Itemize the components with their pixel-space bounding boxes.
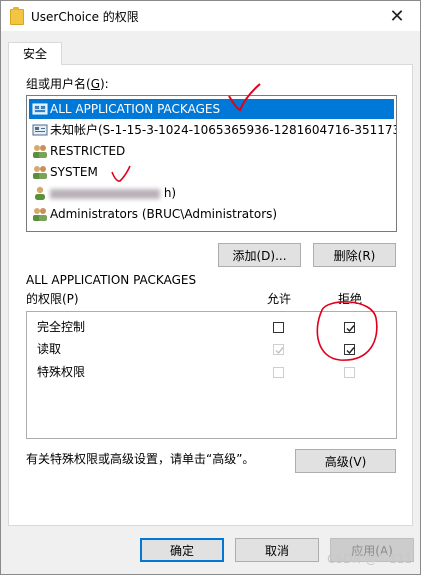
group-label-text: 组或用户名(: [26, 77, 91, 91]
watermark: CSDN @´´111: [327, 552, 412, 566]
user-name: RESTRICTED: [50, 144, 126, 158]
deny-column-header: 拒绝: [338, 292, 363, 306]
list-item[interactable]: 未知帐户(S-1-15-3-1024-1065365936-1281604716…: [29, 120, 397, 140]
user-name: h): [163, 186, 177, 200]
close-button[interactable]: ✕: [374, 1, 420, 31]
allow-checkbox-row-3: [273, 367, 284, 378]
add-button[interactable]: 添加(D)...: [218, 243, 301, 267]
folder-icon: [10, 7, 24, 25]
redacted-name: [50, 188, 160, 199]
security-panel: 组或用户名(G): ALL APPLICATION PACKAGES 未知帐户(…: [8, 64, 413, 526]
group-icon: [33, 145, 47, 158]
group-label-hotkey: G: [90, 77, 100, 91]
permissions-header: 的权限(P): [26, 292, 79, 306]
perm-row-special: 特殊权限: [37, 365, 86, 379]
list-item[interactable]: h): [29, 183, 394, 203]
advanced-hint: 有关特殊权限或高级设置，请单击“高级”。: [26, 452, 255, 466]
permissions-list: 完全控制 读取 特殊权限: [26, 311, 397, 439]
user-name: Administrators (BRUC\Administrators): [50, 207, 278, 221]
list-item[interactable]: ALL APPLICATION PACKAGES: [29, 99, 394, 119]
list-item[interactable]: Administrators (BRUC\Administrators): [29, 204, 394, 224]
remove-button[interactable]: 删除(R): [313, 243, 396, 267]
group-label-suffix: ):: [100, 77, 109, 91]
perm-row-full-control: 完全控制: [37, 320, 86, 334]
cancel-button[interactable]: 取消: [235, 538, 319, 562]
deny-checkbox-row-3: [344, 367, 355, 378]
perm-row-read: 读取: [37, 342, 62, 356]
group-icon: [33, 166, 47, 179]
user-name: SYSTEM: [50, 165, 98, 179]
unknown-account-icon: [32, 124, 48, 136]
title-bar: UserChoice 的权限 ✕: [1, 1, 420, 31]
user-name: 未知帐户(S-1-15-3-1024-1065365936-1281604716…: [50, 123, 397, 137]
allow-checkbox-row-1[interactable]: [273, 322, 284, 333]
user-list[interactable]: ALL APPLICATION PACKAGES 未知帐户(S-1-15-3-1…: [26, 95, 397, 232]
group-icon: [33, 208, 47, 221]
window-title: UserChoice 的权限: [31, 10, 139, 24]
allow-checkbox-row-2: [273, 344, 284, 355]
tab-security[interactable]: 安全: [8, 42, 62, 65]
permissions-dialog: UserChoice 的权限 ✕ 安全 组或用户名(G): ALL APPLIC…: [0, 0, 421, 575]
ok-button[interactable]: 确定: [140, 538, 224, 562]
deny-checkbox-row-2[interactable]: [344, 344, 355, 355]
advanced-button[interactable]: 高级(V): [295, 449, 396, 473]
allow-column-header: 允许: [267, 292, 292, 306]
list-item[interactable]: RESTRICTED: [29, 141, 394, 161]
permissions-for-label: ALL APPLICATION PACKAGES: [26, 273, 197, 287]
group-or-user-label: 组或用户名(G):: [26, 75, 109, 92]
deny-checkbox-row-1[interactable]: [344, 322, 355, 333]
user-name: ALL APPLICATION PACKAGES: [50, 102, 221, 116]
app-packages-icon: [32, 103, 48, 115]
user-icon: [35, 186, 45, 200]
list-item[interactable]: SYSTEM: [29, 162, 394, 182]
